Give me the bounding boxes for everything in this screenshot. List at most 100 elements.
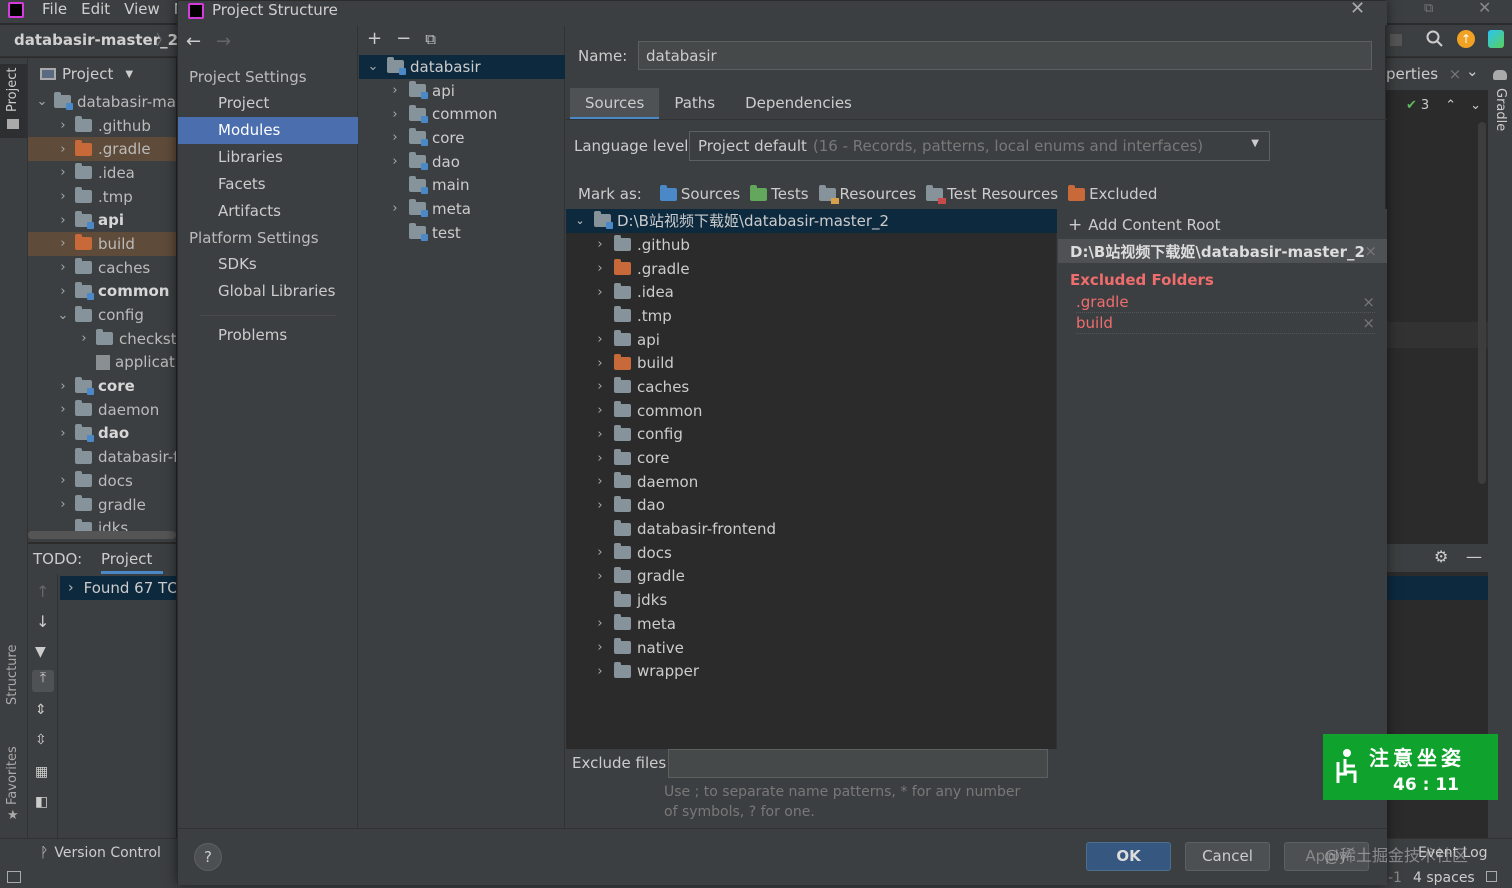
todo-result-row[interactable]: › Found 67 TO (60, 576, 176, 600)
content-folder-row[interactable]: › .github (566, 233, 1057, 257)
lock-icon[interactable] (1486, 871, 1497, 882)
content-folder-row[interactable]: › wrapper (566, 659, 1057, 683)
tree-node[interactable]: › dao (28, 422, 176, 446)
tree-node[interactable]: › .idea (28, 161, 176, 185)
help-button[interactable]: ? (194, 843, 222, 871)
content-folder-row[interactable]: ›.tmp (566, 304, 1057, 328)
content-folder-row[interactable]: › meta (566, 612, 1057, 636)
side-tab-gradle[interactable]: Gradle (1493, 88, 1508, 131)
side-tab-project[interactable]: Project (0, 64, 27, 138)
chevron-down-icon[interactable]: ⌄ (365, 59, 381, 75)
tab-paths[interactable]: Paths (659, 88, 730, 120)
chevron-right-icon[interactable]: › (55, 141, 71, 157)
language-select[interactable]: Project default (16 - Records, patterns,… (689, 131, 1270, 161)
dialog-close-icon[interactable]: ✕ (1350, 0, 1365, 19)
chevron-right-icon[interactable]: › (55, 165, 71, 181)
chevron-right-icon[interactable]: › (55, 378, 71, 394)
mark-as-test-resources[interactable]: Test Resources (926, 184, 1058, 204)
mark-as-resources[interactable]: Resources (818, 184, 916, 204)
tree-node[interactable]: › build (28, 232, 176, 256)
chevron-right-icon[interactable]: › (387, 106, 403, 122)
content-folder-row[interactable]: › native (566, 636, 1057, 660)
chevron-right-icon[interactable]: › (592, 450, 608, 466)
content-folder-row[interactable]: › .idea (566, 280, 1057, 304)
content-folder-row[interactable]: › gradle (566, 565, 1057, 589)
chevron-right-icon[interactable]: › (592, 379, 608, 395)
chevron-right-icon[interactable]: › (592, 568, 608, 584)
expand-all-icon[interactable]: ⇕ (35, 702, 47, 718)
tree-node[interactable]: › core (28, 374, 176, 398)
tab-close-icon[interactable]: × (1449, 65, 1462, 83)
inspection-indicator[interactable]: ✔ 3 ⌃ ⌄ (1406, 98, 1481, 113)
tab-menu-icon[interactable]: ⌄ (1466, 62, 1479, 80)
nav-back-icon[interactable]: ← (186, 31, 201, 52)
chevron-right-icon[interactable]: › (55, 425, 71, 441)
stop-icon[interactable] (1390, 34, 1402, 46)
excluded-folder-row[interactable]: build × (1076, 313, 1375, 334)
layout-icon[interactable] (7, 871, 21, 883)
arrow-up-icon[interactable]: ↑ (36, 582, 49, 601)
nav-item-global-libraries[interactable]: Global Libraries (178, 278, 358, 305)
exclude-files-input[interactable] (668, 749, 1048, 778)
content-folder-row[interactable]: › api (566, 328, 1057, 352)
chevron-right-icon[interactable]: › (592, 640, 608, 656)
module-node[interactable]: › core (359, 126, 565, 150)
module-node[interactable]: › api (359, 79, 565, 103)
nav-item-facets[interactable]: Facets (178, 171, 358, 198)
mark-as-tests[interactable]: Tests (750, 184, 809, 203)
content-folder-row[interactable]: ›databasir-frontend (566, 517, 1057, 541)
project-view-selector[interactable]: Project ▼ (40, 65, 133, 83)
tree-node[interactable]: ›databasir-fr (28, 445, 176, 469)
root-path-row[interactable]: D:\B站视频下载姬\databasir-master_2 × (1058, 239, 1387, 263)
chevron-right-icon[interactable]: › (592, 355, 608, 371)
chevron-right-icon[interactable]: › (387, 130, 403, 146)
tree-node[interactable]: ⌄ databasir-mast (28, 90, 176, 114)
nav-forward-icon[interactable]: → (216, 31, 231, 52)
module-node[interactable]: ›test (359, 221, 565, 245)
tree-node[interactable]: › common (28, 280, 176, 304)
minimize-icon[interactable]: — (1466, 547, 1482, 566)
content-folder-row[interactable]: › .gradle (566, 257, 1057, 281)
remove-excluded-icon[interactable]: × (1362, 292, 1375, 313)
properties-tab[interactable]: perties × ⌄ (1386, 58, 1488, 90)
editor-scrollbar[interactable] (1478, 122, 1486, 484)
plugin-logo-icon[interactable] (1488, 30, 1504, 48)
name-field[interactable]: databasir (638, 41, 1372, 70)
content-folder-row[interactable]: › build (566, 351, 1057, 375)
group-icon[interactable]: ▦ (35, 764, 48, 780)
todo-tab-project[interactable]: Project (101, 550, 163, 574)
chevron-right-icon[interactable]: › (592, 426, 608, 442)
tree-node[interactable]: › api (28, 208, 176, 232)
chevron-right-icon[interactable]: › (55, 283, 71, 299)
content-folder-row[interactable]: ›jdks (566, 588, 1057, 612)
search-icon[interactable] (1426, 30, 1444, 48)
collapse-all-icon[interactable]: ⇳ (35, 732, 47, 748)
content-folder-row[interactable]: › config (566, 423, 1057, 447)
module-node[interactable]: › common (359, 102, 565, 126)
chevron-right-icon[interactable]: › (592, 474, 608, 490)
module-node[interactable]: ⌄ databasir (359, 55, 565, 79)
content-folder-row[interactable]: › daemon (566, 470, 1057, 494)
content-folder-row[interactable]: › core (566, 446, 1057, 470)
next-highlight-icon[interactable]: ⌄ (1470, 98, 1481, 113)
tree-node[interactable]: › caches (28, 256, 176, 280)
chevron-right-icon[interactable]: › (55, 473, 71, 489)
settings-gear-icon[interactable]: ⚙ (1434, 547, 1448, 566)
chevron-right-icon[interactable]: › (55, 497, 71, 513)
tree-node[interactable]: › checksty (28, 327, 176, 351)
chevron-right-icon[interactable]: › (592, 403, 608, 419)
copy-module-icon[interactable]: ⧉ (425, 30, 436, 48)
nav-item-modules[interactable]: Modules (178, 117, 358, 144)
window-restore-icon[interactable]: ⧉ (1424, 1, 1433, 16)
tree-node[interactable]: ›applicati (28, 351, 176, 375)
tree-node[interactable]: › daemon (28, 398, 176, 422)
tree-node[interactable]: › .gradle (28, 137, 176, 162)
side-tab-structure[interactable]: Structure (0, 643, 27, 723)
tab-sources[interactable]: Sources (570, 88, 660, 120)
tree-node[interactable]: › .tmp (28, 185, 176, 209)
breadcrumb[interactable]: databasir-master_2 (14, 31, 178, 49)
chevron-right-icon[interactable]: › (592, 663, 608, 679)
window-close-icon[interactable]: ✕ (1478, 0, 1491, 17)
add-module-icon[interactable]: + (367, 28, 382, 49)
chevron-right-icon[interactable]: › (592, 497, 608, 513)
